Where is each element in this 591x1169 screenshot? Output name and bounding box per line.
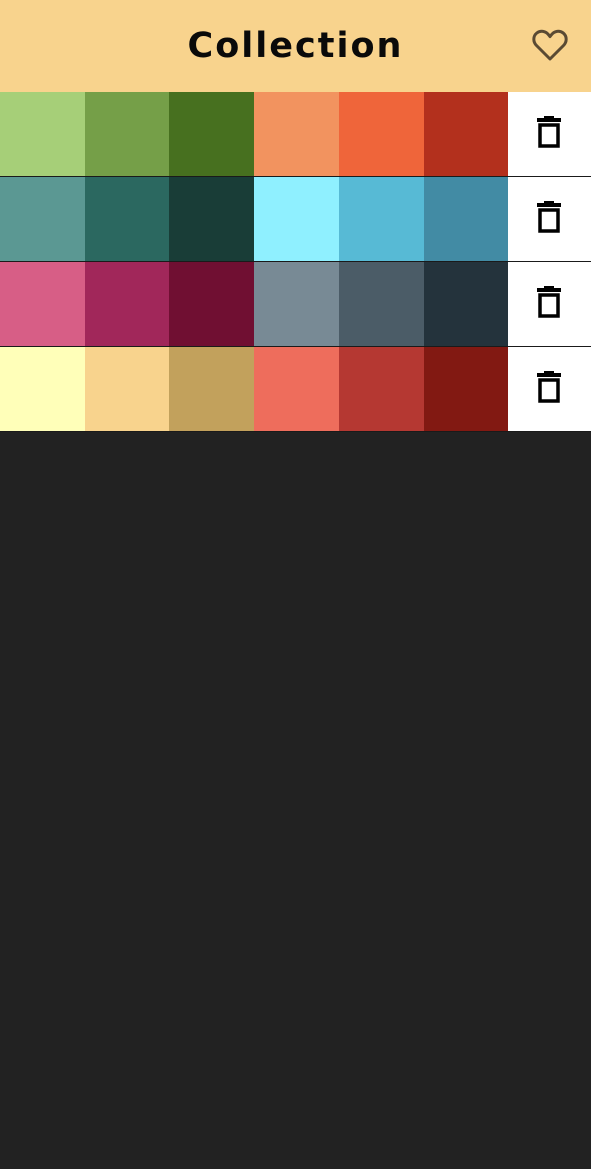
color-swatch[interactable] bbox=[169, 92, 255, 176]
color-swatch[interactable] bbox=[338, 347, 424, 431]
color-swatch[interactable] bbox=[0, 347, 85, 431]
color-swatch[interactable] bbox=[423, 262, 508, 346]
app-root: Collection bbox=[0, 0, 591, 1169]
color-swatch[interactable] bbox=[254, 347, 339, 431]
color-swatch[interactable] bbox=[85, 347, 170, 431]
color-swatch[interactable] bbox=[254, 262, 339, 346]
color-swatch[interactable] bbox=[0, 92, 85, 176]
app-header: Collection bbox=[0, 0, 591, 92]
trash-icon bbox=[536, 285, 562, 323]
color-swatch[interactable] bbox=[169, 262, 255, 346]
delete-palette-button[interactable] bbox=[507, 177, 591, 261]
delete-palette-button[interactable] bbox=[507, 347, 591, 431]
color-swatch[interactable] bbox=[85, 177, 170, 261]
color-swatch[interactable] bbox=[0, 177, 85, 261]
color-swatch[interactable] bbox=[169, 347, 255, 431]
color-swatch[interactable] bbox=[254, 177, 339, 261]
color-swatch[interactable] bbox=[423, 347, 508, 431]
palette-list bbox=[0, 92, 591, 432]
delete-palette-button[interactable] bbox=[507, 92, 591, 176]
favorites-button[interactable] bbox=[531, 27, 569, 63]
color-swatch[interactable] bbox=[423, 177, 508, 261]
heart-icon bbox=[532, 29, 568, 61]
trash-icon bbox=[536, 370, 562, 408]
color-swatch[interactable] bbox=[254, 92, 339, 176]
trash-icon bbox=[536, 115, 562, 153]
palette-row[interactable] bbox=[0, 177, 591, 262]
color-swatch[interactable] bbox=[338, 92, 424, 176]
color-swatch[interactable] bbox=[169, 177, 255, 261]
color-swatch[interactable] bbox=[85, 262, 170, 346]
delete-palette-button[interactable] bbox=[507, 262, 591, 346]
color-swatch[interactable] bbox=[338, 262, 424, 346]
palette-row[interactable] bbox=[0, 92, 591, 177]
page-title: Collection bbox=[187, 26, 404, 66]
color-swatch[interactable] bbox=[0, 262, 85, 346]
color-swatch[interactable] bbox=[85, 92, 170, 176]
color-swatch[interactable] bbox=[423, 92, 508, 176]
color-swatch[interactable] bbox=[338, 177, 424, 261]
palette-row[interactable] bbox=[0, 347, 591, 432]
trash-icon bbox=[536, 200, 562, 238]
palette-row[interactable] bbox=[0, 262, 591, 347]
